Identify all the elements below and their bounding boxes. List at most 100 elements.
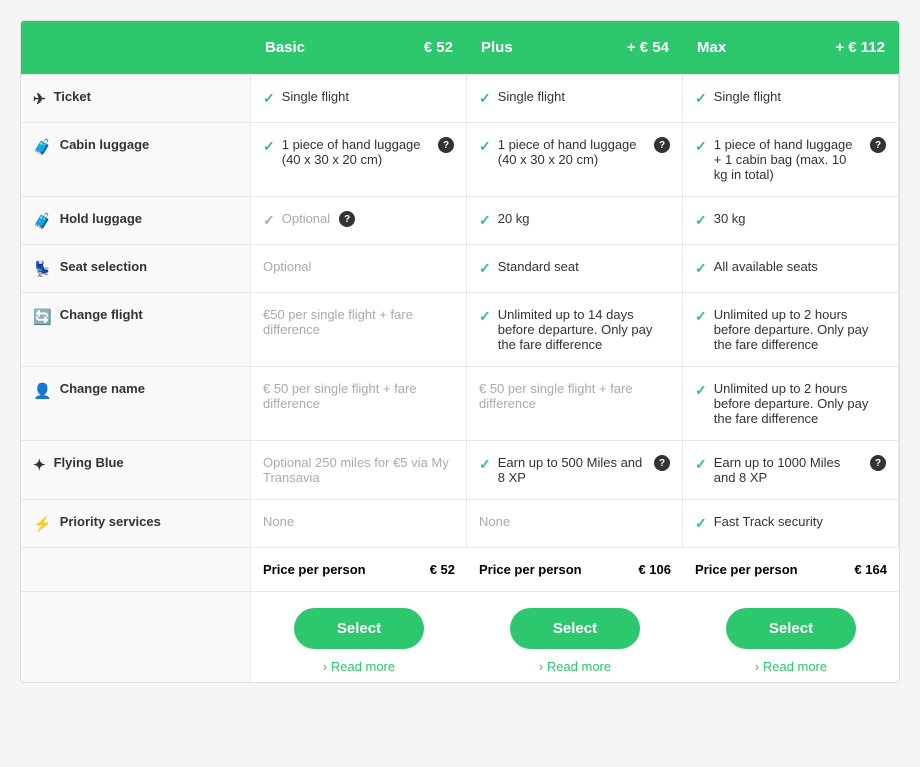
- change-flight-basic-text: €50 per single flight + fare difference: [263, 307, 413, 337]
- ticket-basic-check: ✓: [263, 90, 275, 107]
- basic-price: € 52: [424, 39, 453, 56]
- priority-basic-text: None: [263, 514, 294, 529]
- flying-blue-basic-text: Optional 250 miles for €5 via My Transav…: [263, 455, 449, 485]
- select-plus-button[interactable]: Select: [510, 608, 640, 649]
- priority-services-label: Priority services: [60, 514, 161, 529]
- cabin-max-check: ✓: [695, 138, 707, 155]
- price-plus-amount: € 106: [638, 562, 671, 577]
- price-max-cell: Price per person € 164: [683, 547, 899, 591]
- price-basic-amount: € 52: [430, 562, 455, 577]
- cabin-basic-text: 1 piece of hand luggage (40 x 30 x 20 cm…: [282, 137, 429, 167]
- read-more-basic-link[interactable]: Read more: [263, 659, 455, 674]
- change-flight-basic-value: €50 per single flight + fare difference: [251, 292, 467, 366]
- change-flight-max-value: ✓ Unlimited up to 2 hours before departu…: [683, 292, 899, 366]
- price-plus-label: Price per person: [479, 562, 582, 577]
- seat-plus-check: ✓: [479, 260, 491, 277]
- read-more-plus-link[interactable]: Read more: [479, 659, 671, 674]
- ticket-max-check: ✓: [695, 90, 707, 107]
- select-plus-cell: Select Read more: [467, 591, 683, 682]
- cabin-plus-info[interactable]: ?: [654, 137, 670, 153]
- priority-max-text: Fast Track security: [714, 514, 823, 529]
- seat-max-text: All available seats: [714, 259, 818, 274]
- header-max: Max + € 112: [683, 21, 899, 74]
- flying-blue-plus-info[interactable]: ?: [654, 455, 670, 471]
- flying-blue-plus-text: Earn up to 500 Miles and 8 XP: [498, 455, 645, 485]
- header-label-col: [21, 21, 251, 74]
- cabin-plus-check: ✓: [479, 138, 491, 155]
- seat-selection-max-value: ✓ All available seats: [683, 244, 899, 292]
- flying-blue-max-info[interactable]: ?: [870, 455, 886, 471]
- cabin-luggage-plus-value: ✓ 1 piece of hand luggage (40 x 30 x 20 …: [467, 122, 683, 196]
- ticket-basic-text: Single flight: [282, 89, 349, 104]
- change-name-label: Change name: [60, 381, 145, 396]
- ticket-label: Ticket: [54, 89, 91, 104]
- hold-basic-text: Optional: [282, 211, 330, 226]
- ticket-plus-value: ✓ Single flight: [467, 74, 683, 122]
- change-flight-icon: 🔄: [33, 308, 52, 326]
- ticket-icon: ✈: [33, 90, 46, 108]
- hold-basic-info[interactable]: ?: [339, 211, 355, 227]
- row-cabin-luggage-label: 🧳 Cabin luggage: [21, 122, 251, 196]
- cabin-luggage-icon: 🧳: [33, 138, 52, 156]
- row-flying-blue-label: ✦ Flying Blue: [21, 440, 251, 499]
- max-price: + € 112: [835, 39, 885, 56]
- select-basic-button[interactable]: Select: [294, 608, 424, 649]
- ticket-basic-value: ✓ Single flight: [251, 74, 467, 122]
- hold-luggage-icon: 🧳: [33, 212, 52, 230]
- flying-blue-plus-check: ✓: [479, 456, 491, 473]
- cabin-max-info[interactable]: ?: [870, 137, 886, 153]
- ticket-max-value: ✓ Single flight: [683, 74, 899, 122]
- max-name: Max: [697, 39, 726, 56]
- flying-blue-max-value: ✓ Earn up to 1000 Miles and 8 XP ?: [683, 440, 899, 499]
- cabin-max-text: 1 piece of hand luggage + 1 cabin bag (m…: [714, 137, 861, 182]
- change-name-max-check: ✓: [695, 382, 707, 399]
- select-max-button[interactable]: Select: [726, 608, 856, 649]
- read-more-max-link[interactable]: Read more: [695, 659, 887, 674]
- flying-blue-max-text: Earn up to 1000 Miles and 8 XP: [714, 455, 861, 485]
- cabin-luggage-label: Cabin luggage: [60, 137, 150, 152]
- select-basic-cell: Select Read more: [251, 591, 467, 682]
- hold-luggage-plus-value: ✓ 20 kg: [467, 196, 683, 244]
- change-flight-plus-text: Unlimited up to 14 days before departure…: [498, 307, 670, 352]
- change-name-plus-value: € 50 per single flight + fare difference: [467, 366, 683, 440]
- hold-plus-check: ✓: [479, 212, 491, 229]
- table-grid: Basic € 52 Plus + € 54 Max + € 112 ✈ Tic…: [21, 21, 899, 682]
- seat-selection-icon: 💺: [33, 260, 52, 278]
- ticket-plus-check: ✓: [479, 90, 491, 107]
- cabin-plus-text: 1 piece of hand luggage (40 x 30 x 20 cm…: [498, 137, 645, 167]
- flying-blue-basic-value: Optional 250 miles for €5 via My Transav…: [251, 440, 467, 499]
- flying-blue-plus-value: ✓ Earn up to 500 Miles and 8 XP ?: [467, 440, 683, 499]
- seat-max-check: ✓: [695, 260, 707, 277]
- price-plus-cell: Price per person € 106: [467, 547, 683, 591]
- ticket-max-text: Single flight: [714, 89, 781, 104]
- row-change-name-label: 👤 Change name: [21, 366, 251, 440]
- priority-services-icon: ⚡: [33, 515, 52, 533]
- price-max-label: Price per person: [695, 562, 798, 577]
- cabin-basic-info[interactable]: ?: [438, 137, 454, 153]
- plus-name: Plus: [481, 39, 513, 56]
- priority-services-basic-value: None: [251, 499, 467, 547]
- change-flight-label: Change flight: [60, 307, 143, 322]
- change-name-max-text: Unlimited up to 2 hours before departure…: [714, 381, 886, 426]
- cabin-luggage-basic-value: ✓ 1 piece of hand luggage (40 x 30 x 20 …: [251, 122, 467, 196]
- change-flight-max-text: Unlimited up to 2 hours before departure…: [714, 307, 886, 352]
- change-name-basic-text: € 50 per single flight + fare difference: [263, 381, 417, 411]
- change-name-icon: 👤: [33, 382, 52, 400]
- cabin-basic-check: ✓: [263, 138, 275, 155]
- seat-selection-plus-value: ✓ Standard seat: [467, 244, 683, 292]
- hold-max-text: 30 kg: [714, 211, 746, 226]
- row-change-flight-label: 🔄 Change flight: [21, 292, 251, 366]
- header-basic: Basic € 52: [251, 21, 467, 74]
- row-priority-services-label: ⚡ Priority services: [21, 499, 251, 547]
- priority-services-max-value: ✓ Fast Track security: [683, 499, 899, 547]
- change-flight-plus-value: ✓ Unlimited up to 14 days before departu…: [467, 292, 683, 366]
- change-name-plus-text: € 50 per single flight + fare difference: [479, 381, 633, 411]
- seat-plus-text: Standard seat: [498, 259, 579, 274]
- seat-selection-basic-value: Optional: [251, 244, 467, 292]
- hold-luggage-basic-value: ✓ Optional ?: [251, 196, 467, 244]
- flying-blue-label: Flying Blue: [54, 455, 124, 470]
- row-ticket-label: ✈ Ticket: [21, 74, 251, 122]
- basic-name: Basic: [265, 39, 305, 56]
- header-plus: Plus + € 54: [467, 21, 683, 74]
- change-flight-plus-check: ✓: [479, 308, 491, 325]
